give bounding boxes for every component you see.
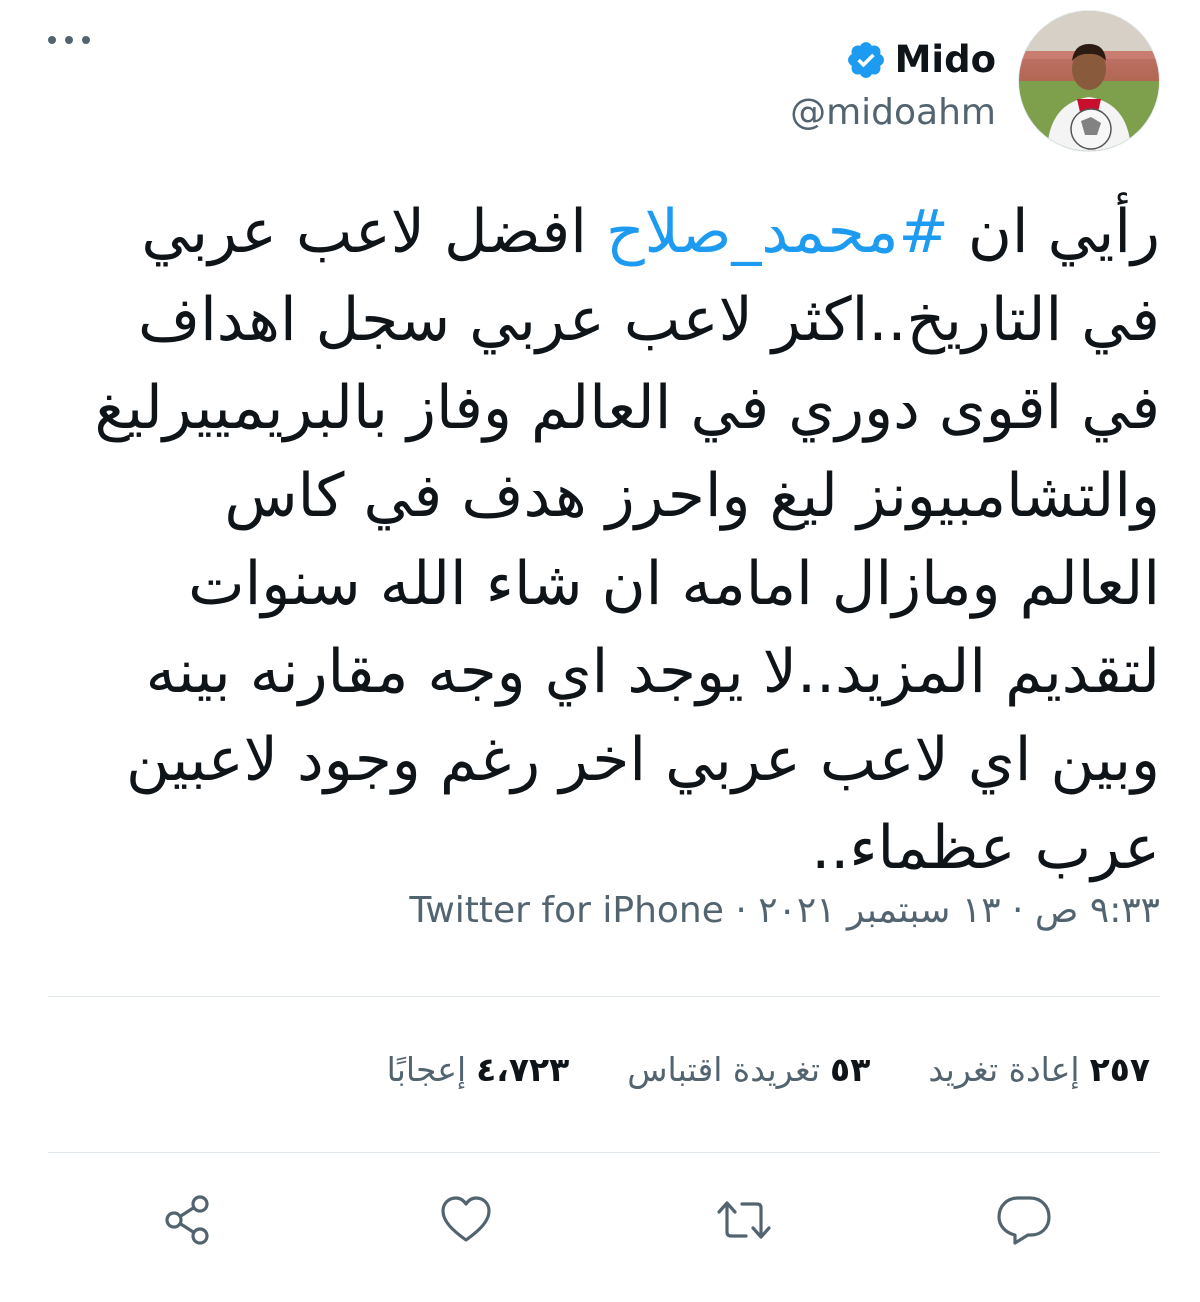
quotes-count: ٥٣ — [830, 1050, 871, 1089]
more-options-button[interactable] — [48, 22, 108, 58]
more-dots-icon — [48, 36, 56, 44]
share-button[interactable] — [158, 1190, 218, 1250]
retweet-button[interactable] — [714, 1190, 774, 1250]
avatar-image — [1019, 11, 1159, 151]
name-row: Mido — [790, 30, 996, 90]
reply-icon — [997, 1196, 1051, 1245]
action-bar — [0, 1180, 1200, 1260]
hashtag-link[interactable]: #محمد_صلاح — [606, 197, 949, 267]
verified-badge-icon — [845, 39, 887, 81]
tweet-meta: ٩:٣٣ ص · ١٣ سبتمبر ٢٠٢١ · Twitter for iP… — [409, 890, 1160, 931]
divider — [48, 1152, 1160, 1153]
quotes-stat[interactable]: ٥٣تغريدة اقتباس — [627, 1050, 870, 1089]
more-dots-icon — [65, 36, 73, 44]
author-info[interactable]: Mido @midoahm — [790, 30, 996, 133]
quotes-label: تغريدة اقتباس — [627, 1050, 821, 1089]
tweet-stats: ٢٥٧إعادة تغريد ٥٣تغريدة اقتباس ٤،٧٢٣إعجا… — [387, 1050, 1150, 1089]
heart-icon — [441, 1196, 491, 1242]
more-dots-icon — [82, 36, 90, 44]
tweet-text-rest: افضل لاعب عربي في التاريخ..اكثر لاعب عرب… — [94, 197, 1160, 883]
reply-button[interactable] — [994, 1190, 1054, 1250]
retweets-label: إعادة تغريد — [928, 1050, 1080, 1089]
user-handle[interactable]: @midoahm — [790, 92, 996, 133]
divider — [48, 996, 1160, 997]
tweet-text-start: رأيي ان — [948, 197, 1160, 267]
like-button[interactable] — [436, 1190, 496, 1250]
display-name[interactable]: Mido — [895, 38, 996, 81]
likes-label: إعجابًا — [386, 1050, 467, 1089]
retweets-stat[interactable]: ٢٥٧إعادة تغريد — [928, 1050, 1150, 1089]
avatar[interactable] — [1018, 10, 1160, 152]
share-icon — [165, 1195, 209, 1245]
likes-stat[interactable]: ٤،٧٢٣إعجابًا — [387, 1050, 570, 1089]
tweet-text: رأيي ان #محمد_صلاح افضل لاعب عربي في الت… — [70, 188, 1160, 892]
retweets-count: ٢٥٧ — [1089, 1050, 1150, 1089]
tweet-source[interactable]: Twitter for iPhone — [409, 890, 724, 931]
likes-count: ٤،٧٢٣ — [476, 1050, 570, 1089]
tweet-timestamp[interactable]: ٩:٣٣ ص · ١٣ سبتمبر ٢٠٢١ · — [724, 890, 1160, 931]
tweet-author: Mido @midoahm — [790, 10, 1160, 152]
retweet-icon — [717, 1201, 771, 1239]
